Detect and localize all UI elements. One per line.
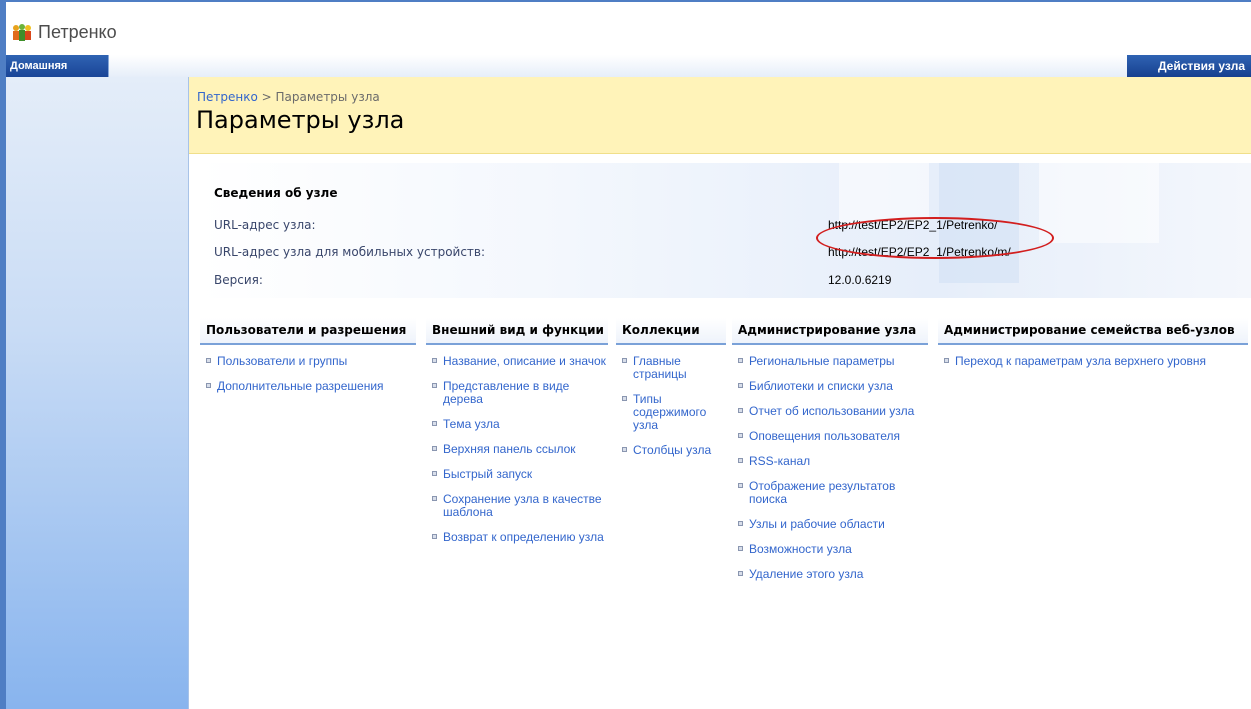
breadcrumb-link-root[interactable]: Петренко xyxy=(197,90,258,104)
site-info-title: Сведения об узле xyxy=(214,186,338,200)
column-header: Администрирование узла xyxy=(732,318,928,345)
column-look-feel: Внешний вид и функции Название, описание… xyxy=(426,318,608,556)
bullet-icon xyxy=(738,483,743,488)
column-header: Администрирование семейства веб-узлов xyxy=(938,318,1248,345)
page-title: Параметры узла xyxy=(196,106,405,134)
link-list: Пользователи и группы Дополнительные раз… xyxy=(200,355,416,393)
link-usage-report[interactable]: Отчет об использовании узла xyxy=(732,405,928,418)
bullet-icon xyxy=(206,358,211,363)
page-header: Петренко > Параметры узла Параметры узла xyxy=(189,77,1251,154)
version-label: Версия: xyxy=(214,273,263,287)
bullet-icon xyxy=(738,433,743,438)
column-site-collection-administration: Администрирование семейства веб-узлов Пе… xyxy=(938,318,1248,380)
link-search-visibility[interactable]: Отображение результатов поиска xyxy=(732,480,928,506)
site-actions-button[interactable]: Действия узла xyxy=(1127,55,1251,77)
top-nav-bar: Домашняя Действия узла xyxy=(6,55,1251,78)
breadcrumb-separator: > xyxy=(257,90,276,104)
link-regional-settings[interactable]: Региональные параметры xyxy=(732,355,928,368)
column-galleries: Коллекции Главные страницы Типы содержим… xyxy=(616,318,726,469)
link-site-features[interactable]: Возможности узла xyxy=(732,543,928,556)
bullet-icon xyxy=(738,383,743,388)
link-reset-to-definition[interactable]: Возврат к определению узла xyxy=(426,531,608,544)
bullet-icon xyxy=(738,546,743,551)
bullet-icon xyxy=(944,358,949,363)
version-value: 12.0.0.6219 xyxy=(828,273,892,287)
link-list: Главные страницы Типы содержимого узла С… xyxy=(616,355,726,457)
bullet-icon xyxy=(738,571,743,576)
link-delete-site[interactable]: Удаление этого узла xyxy=(732,568,928,581)
column-users-permissions: Пользователи и разрешения Пользователи и… xyxy=(200,318,416,405)
link-site-theme[interactable]: Тема узла xyxy=(426,418,608,431)
site-url-label: URL-адрес узла: xyxy=(214,218,316,232)
tab-home[interactable]: Домашняя xyxy=(6,55,109,77)
link-top-level-site-settings[interactable]: Переход к параметрам узла верхнего уровн… xyxy=(938,355,1248,368)
link-top-link-bar[interactable]: Верхняя панель ссылок xyxy=(426,443,608,456)
panel-decoration xyxy=(839,163,929,223)
link-tree-view[interactable]: Представление в виде дерева xyxy=(426,380,608,406)
bullet-icon xyxy=(432,383,437,388)
bullet-icon xyxy=(432,534,437,539)
panel-decoration xyxy=(1039,163,1159,243)
mobile-url-label: URL-адрес узла для мобильных устройств: xyxy=(214,245,486,259)
column-header: Пользователи и разрешения xyxy=(200,318,416,345)
bullet-icon xyxy=(432,471,437,476)
link-rss[interactable]: RSS-канал xyxy=(732,455,928,468)
bullet-icon xyxy=(738,408,743,413)
link-site-columns[interactable]: Столбцы узла xyxy=(616,444,726,457)
bullet-icon xyxy=(432,446,437,451)
bullet-icon xyxy=(206,383,211,388)
left-nav-panel xyxy=(6,77,189,709)
link-content-types[interactable]: Типы содержимого узла xyxy=(616,393,726,432)
bullet-icon xyxy=(738,458,743,463)
column-header: Внешний вид и функции xyxy=(426,318,608,345)
bullet-icon xyxy=(432,496,437,501)
site-title[interactable]: Петренко xyxy=(38,22,117,43)
bullet-icon xyxy=(622,447,627,452)
link-master-pages[interactable]: Главные страницы xyxy=(616,355,726,381)
column-site-administration: Администрирование узла Региональные пара… xyxy=(732,318,928,593)
highlight-ellipse xyxy=(816,217,1054,259)
link-users-groups[interactable]: Пользователи и группы xyxy=(200,355,416,368)
people-group-icon xyxy=(12,24,32,42)
link-user-alerts[interactable]: Оповещения пользователя xyxy=(732,430,928,443)
link-sites-workspaces[interactable]: Узлы и рабочие области xyxy=(732,518,928,531)
link-list: Переход к параметрам узла верхнего уровн… xyxy=(938,355,1248,368)
link-title-description-icon[interactable]: Название, описание и значок xyxy=(426,355,608,368)
link-quick-launch[interactable]: Быстрый запуск xyxy=(426,468,608,481)
link-advanced-permissions[interactable]: Дополнительные разрешения xyxy=(200,380,416,393)
breadcrumb: Петренко > Параметры узла xyxy=(197,90,380,104)
bullet-icon xyxy=(432,421,437,426)
bullet-icon xyxy=(622,396,627,401)
site-title-bar: Петренко xyxy=(6,2,1251,54)
site-info-panel: Сведения об узле URL-адрес узла: http://… xyxy=(199,163,1251,298)
main-content: Сведения об узле URL-адрес узла: http://… xyxy=(199,163,1251,709)
bullet-icon xyxy=(432,358,437,363)
bullet-icon xyxy=(738,521,743,526)
link-list: Региональные параметры Библиотеки и спис… xyxy=(732,355,928,581)
link-list: Название, описание и значок Представлени… xyxy=(426,355,608,544)
breadcrumb-current: Параметры узла xyxy=(275,90,380,104)
link-save-as-template[interactable]: Сохранение узла в качестве шаблона xyxy=(426,493,608,519)
bullet-icon xyxy=(622,358,627,363)
bullet-icon xyxy=(738,358,743,363)
column-header: Коллекции xyxy=(616,318,726,345)
link-site-libraries-lists[interactable]: Библиотеки и списки узла xyxy=(732,380,928,393)
